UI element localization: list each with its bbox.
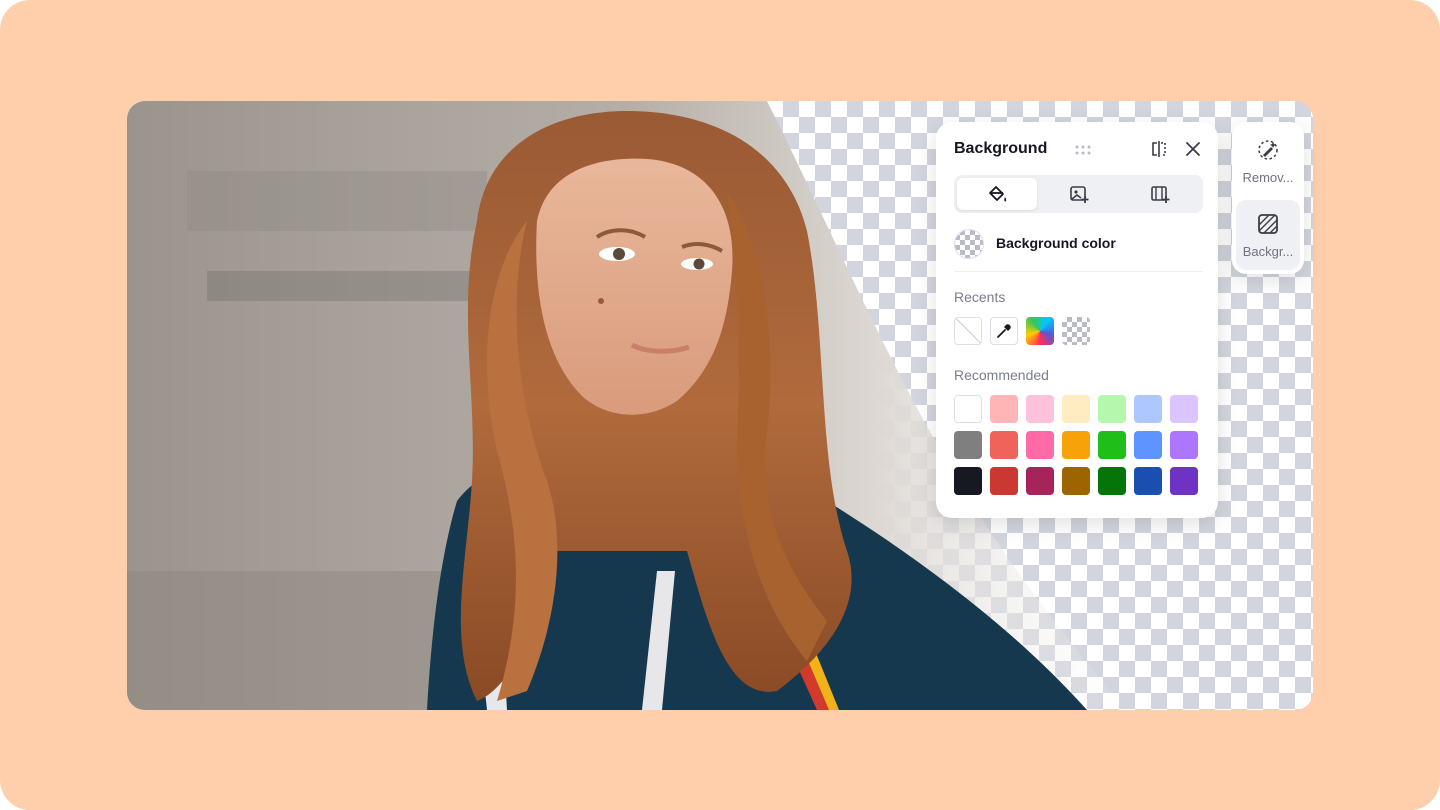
color-swatch[interactable] bbox=[1026, 467, 1054, 495]
color-swatch[interactable] bbox=[1026, 431, 1054, 459]
color-swatch[interactable] bbox=[990, 467, 1018, 495]
background-color-label: Background color bbox=[996, 235, 1116, 251]
color-swatch[interactable] bbox=[1062, 395, 1090, 423]
divider bbox=[954, 271, 1203, 272]
tool-label: Backgr... bbox=[1242, 244, 1294, 259]
color-swatch[interactable] bbox=[1062, 467, 1090, 495]
tab-image[interactable] bbox=[1039, 178, 1119, 210]
color-swatch[interactable] bbox=[1134, 467, 1162, 495]
tool-label: Remov... bbox=[1242, 170, 1294, 185]
add-image-icon bbox=[1070, 186, 1089, 203]
recommended-label: Recommended bbox=[954, 367, 1049, 383]
color-swatch[interactable] bbox=[1134, 395, 1162, 423]
color-swatch[interactable] bbox=[1134, 431, 1162, 459]
color-swatch[interactable] bbox=[1170, 431, 1198, 459]
color-swatch[interactable] bbox=[1098, 467, 1126, 495]
color-swatch[interactable] bbox=[954, 395, 982, 423]
tab-color[interactable] bbox=[957, 178, 1037, 210]
split-view-icon[interactable] bbox=[1148, 138, 1170, 160]
recent-swatch-none[interactable] bbox=[954, 317, 982, 345]
eyedropper-icon bbox=[997, 324, 1011, 338]
tool-background[interactable]: Backgr... bbox=[1236, 200, 1300, 270]
transparent-swatch-icon bbox=[954, 229, 984, 259]
recent-eyedropper[interactable] bbox=[990, 317, 1018, 345]
recent-swatch-gradient[interactable] bbox=[1026, 317, 1054, 345]
drag-handle-icon[interactable] bbox=[1074, 144, 1092, 156]
color-swatch[interactable] bbox=[1062, 431, 1090, 459]
tab-video[interactable] bbox=[1120, 178, 1200, 210]
background-icon bbox=[1258, 214, 1278, 234]
right-toolbar: Remov... Backgr... bbox=[1232, 122, 1304, 274]
panel-title: Background bbox=[954, 140, 1048, 157]
color-swatch[interactable] bbox=[954, 431, 982, 459]
recent-swatch-transparent[interactable] bbox=[1062, 317, 1090, 345]
color-swatch[interactable] bbox=[990, 431, 1018, 459]
background-type-tabs bbox=[954, 175, 1203, 213]
color-swatch[interactable] bbox=[1026, 395, 1054, 423]
tool-remove-background[interactable]: Remov... bbox=[1236, 126, 1300, 196]
color-swatch[interactable] bbox=[1098, 431, 1126, 459]
color-swatch[interactable] bbox=[1170, 395, 1198, 423]
background-color-row[interactable]: Background color bbox=[954, 228, 1203, 268]
close-icon[interactable] bbox=[1182, 138, 1204, 160]
remove-background-icon bbox=[1258, 140, 1278, 160]
recents-label: Recents bbox=[954, 289, 1006, 305]
add-video-icon bbox=[1151, 186, 1170, 203]
paint-bucket-icon bbox=[989, 186, 1007, 202]
color-swatch[interactable] bbox=[990, 395, 1018, 423]
color-swatch[interactable] bbox=[954, 467, 982, 495]
color-swatch[interactable] bbox=[1170, 467, 1198, 495]
background-panel: Background Background color Recents Reco… bbox=[936, 122, 1218, 518]
color-swatch[interactable] bbox=[1098, 395, 1126, 423]
